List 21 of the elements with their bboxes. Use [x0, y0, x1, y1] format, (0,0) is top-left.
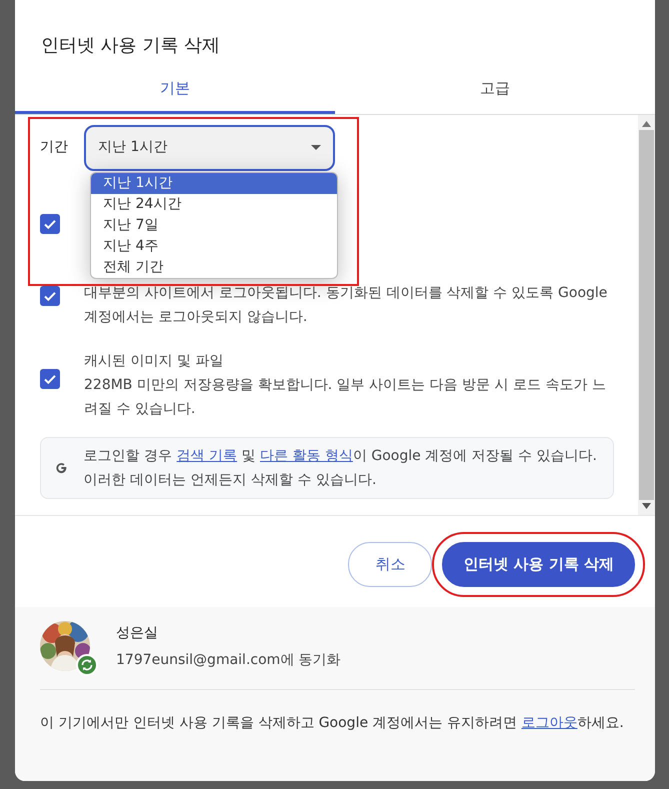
sign-out-note: 이 기기에서만 인터넷 사용 기록을 삭제하고 Google 계정에서는 유지하려면 로그아웃하세요.	[40, 714, 625, 732]
dropdown-option[interactable]: 지난 1시간	[91, 172, 337, 194]
tab[interactable]: 기본	[15, 73, 335, 114]
dropdown-option[interactable]: 지난 4주	[91, 236, 337, 256]
cancel-button[interactable]: 취소	[348, 542, 432, 586]
dialog-title: 인터넷 사용 기록 삭제	[40, 34, 222, 58]
option-description: 228MB 미만의 저장용량을 확보합니다. 일부 사이트는 다음 방문 시 로드 속도가 느려질 수 있습니다.	[84, 376, 607, 418]
dropdown-option[interactable]: 지난 7일	[91, 214, 337, 236]
info-text: 로그인할 경우 검색 기록 및 다른 활동 형식 이 Google 계정에 저장될 수 있습니다. 이러한 데이터는 언제든지 삭제할 수 있습니다.	[84, 446, 598, 490]
link[interactable]: 검색 기록	[176, 448, 238, 464]
option-description: 대부분의 사이트에서 로그아웃됩니다. 동기화된 데이터를 삭제할 수 있도록 Google 계정에서는 로그아웃되지 않습니다.	[84, 284, 608, 326]
link[interactable]: 다른 활동 형식	[260, 448, 353, 464]
period-label: 기간	[40, 138, 68, 157]
link[interactable]: 로그아웃	[521, 714, 578, 730]
account-name: 성은실	[116, 624, 159, 642]
dropdown-option[interactable]: 전체 기간	[91, 256, 337, 278]
period-dropdown[interactable]: 지난 1시간	[84, 124, 335, 170]
option-title: 캐시된 이미지 및 파일	[84, 352, 224, 370]
dropdown-option[interactable]: 지난 24시간	[91, 194, 337, 214]
sync-status: 1797eunsil@gmail.com에 동기화	[116, 650, 341, 670]
tab[interactable]: 고급	[335, 73, 655, 114]
